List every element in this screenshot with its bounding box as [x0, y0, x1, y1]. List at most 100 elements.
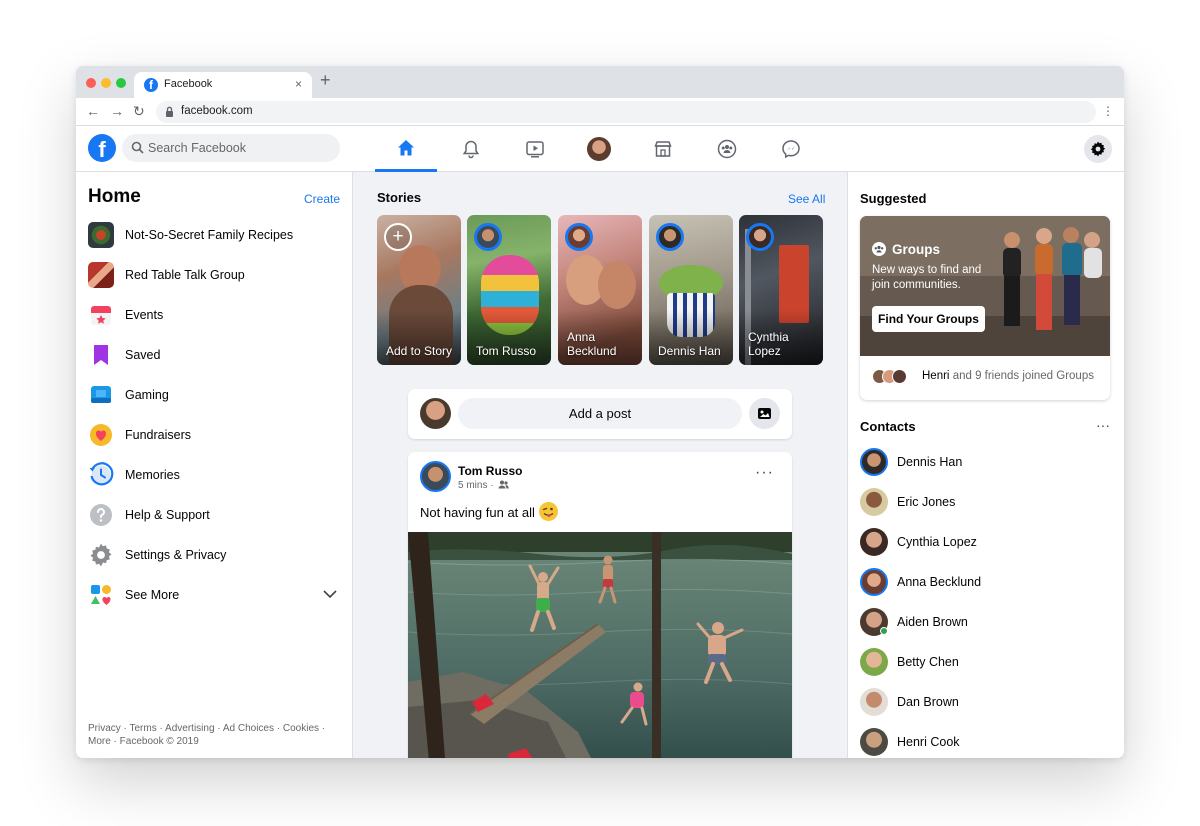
avatar	[860, 728, 888, 756]
sidebar-item-fundraisers[interactable]: Fundraisers	[88, 420, 338, 450]
address-bar-row: ← → ↻ facebook.com ⋮	[76, 98, 1124, 126]
find-your-groups-button[interactable]: Find Your Groups	[872, 306, 985, 332]
groups-icon	[872, 242, 886, 256]
sidebar-item-label: Settings & Privacy	[125, 548, 227, 562]
tab-messenger[interactable]	[760, 126, 822, 172]
tab-notifications[interactable]	[440, 126, 502, 172]
contact-name: Anna Becklund	[897, 575, 982, 589]
contact-item[interactable]: Aiden Brown	[860, 607, 1110, 637]
search-input[interactable]	[148, 138, 328, 158]
notifications-icon	[462, 140, 480, 159]
messenger-icon	[782, 140, 800, 159]
sidebar-item-label: Events	[125, 308, 164, 322]
create-link[interactable]: Create	[304, 192, 340, 206]
sidebar-item-label: Memories	[125, 468, 180, 482]
back-button[interactable]: ←	[86, 103, 100, 119]
group-photo-icon	[88, 222, 114, 248]
address-bar[interactable]: facebook.com	[156, 101, 1096, 123]
tab-profile[interactable]	[568, 126, 630, 172]
sidebar-item-memories[interactable]: Memories	[88, 460, 338, 490]
post-timestamp: 5 mins ·	[458, 480, 509, 491]
groups-icon	[717, 139, 737, 159]
tab-watch[interactable]	[504, 126, 566, 172]
sidebar-item-saved[interactable]: Saved	[88, 340, 338, 370]
browser-menu-icon[interactable]: ⋮	[1102, 104, 1114, 118]
minimize-window-button[interactable]	[101, 78, 111, 88]
tab-groups[interactable]	[696, 126, 758, 172]
maximize-window-button[interactable]	[116, 78, 126, 88]
marketplace-icon	[654, 141, 672, 157]
contacts-options-icon[interactable]: ···	[1096, 417, 1110, 433]
post-options-icon[interactable]: ···	[755, 464, 774, 482]
friend-name[interactable]: Henri	[922, 370, 949, 382]
story-name: Tom Russo	[476, 344, 537, 358]
contact-item[interactable]: Henri Cook	[860, 727, 1110, 757]
footer-line[interactable]: Privacy · Terms · Advertising · Ad Choic…	[88, 722, 338, 735]
sidebar-item-label: Fundraisers	[125, 428, 191, 442]
forward-button[interactable]: →	[110, 103, 124, 119]
story-card-tom-russo[interactable]: Tom Russo	[467, 215, 551, 365]
story-card-anna-becklund[interactable]: Anna Becklund	[558, 215, 642, 365]
contact-item[interactable]: Betty Chen	[860, 647, 1110, 677]
contact-item[interactable]: Cynthia Lopez	[860, 527, 1110, 557]
browser-tab[interactable]: f Facebook ×	[134, 72, 312, 98]
new-tab-button[interactable]: +	[320, 70, 331, 91]
tab-marketplace[interactable]	[632, 126, 694, 172]
gear-icon	[90, 543, 112, 567]
search-box[interactable]	[122, 134, 340, 162]
page-title: Home	[88, 186, 141, 207]
settings-button[interactable]	[1084, 135, 1112, 163]
sidebar-item-see-more[interactable]: See More	[88, 580, 338, 610]
sidebar-item-label: Not-So-Secret Family Recipes	[125, 228, 294, 242]
url-text: facebook.com	[181, 105, 253, 117]
gaming-icon	[91, 386, 111, 403]
story-name: Cynthia Lopez	[748, 330, 789, 358]
story-card-add[interactable]: + Add to Story	[377, 215, 461, 365]
sidebar-item-red-table-talk[interactable]: Red Table Talk Group	[88, 260, 338, 290]
gear-icon	[1090, 141, 1106, 157]
avatar	[420, 398, 451, 429]
facebook-logo-icon[interactable]: f	[88, 134, 116, 162]
photo-upload-button[interactable]	[749, 398, 780, 429]
contact-item[interactable]: Dennis Han	[860, 447, 1110, 477]
tab-home[interactable]	[375, 126, 437, 172]
sidebar-item-gaming[interactable]: Gaming	[88, 380, 338, 410]
avatar	[860, 568, 888, 596]
avatar	[860, 528, 888, 556]
news-feed: Stories See All + Add to Story Tom Russo…	[353, 172, 847, 758]
group-photo-icon	[88, 262, 114, 288]
feed-post: Tom Russo 5 mins · ··· Not having fun at…	[408, 452, 792, 758]
story-card-dennis-han[interactable]: Dennis Han	[649, 215, 733, 365]
apps-icon	[91, 585, 111, 605]
close-window-button[interactable]	[86, 78, 96, 88]
close-tab-icon[interactable]: ×	[295, 77, 302, 91]
story-name: Dennis Han	[658, 344, 721, 358]
calendar-icon	[91, 306, 111, 325]
groups-suggestion-card: Groups New ways to find and join communi…	[860, 216, 1110, 400]
browser-tab-title: Facebook	[164, 78, 213, 90]
reload-button[interactable]: ↻	[133, 103, 145, 119]
contact-item[interactable]: Eric Jones	[860, 487, 1110, 517]
story-avatar	[656, 223, 684, 251]
add-post-button[interactable]: Add a post	[458, 398, 742, 429]
facebook-header: f	[76, 126, 1124, 172]
avatar	[860, 488, 888, 516]
footer-links: Privacy · Terms · Advertising · Ad Choic…	[88, 722, 338, 748]
watch-icon	[526, 141, 544, 158]
browser-window: f Facebook × + ← → ↻ facebook.com ⋮ f Se…	[76, 66, 1124, 758]
sidebar-item-family-recipes[interactable]: Not-So-Secret Family Recipes	[88, 220, 338, 250]
see-all-stories-link[interactable]: See All	[788, 192, 825, 206]
add-story-icon[interactable]: +	[384, 223, 412, 251]
contact-item[interactable]: Anna Becklund	[860, 567, 1110, 597]
contact-item[interactable]: Dan Brown	[860, 687, 1110, 717]
sidebar-item-settings[interactable]: Settings & Privacy	[88, 540, 338, 570]
post-photo	[408, 532, 792, 758]
groups-card-footer: Henri and 9 friends joined Groups	[922, 370, 1094, 382]
post-author[interactable]: Tom Russo	[458, 464, 522, 478]
avatar[interactable]	[420, 461, 451, 492]
sidebar-item-help[interactable]: Help & Support	[88, 500, 338, 530]
chevron-down-icon[interactable]	[322, 586, 338, 602]
story-card-cynthia-lopez[interactable]: Cynthia Lopez	[739, 215, 823, 365]
sidebar-item-events[interactable]: Events	[88, 300, 338, 330]
footer-line[interactable]: More · Facebook © 2019	[88, 735, 338, 748]
